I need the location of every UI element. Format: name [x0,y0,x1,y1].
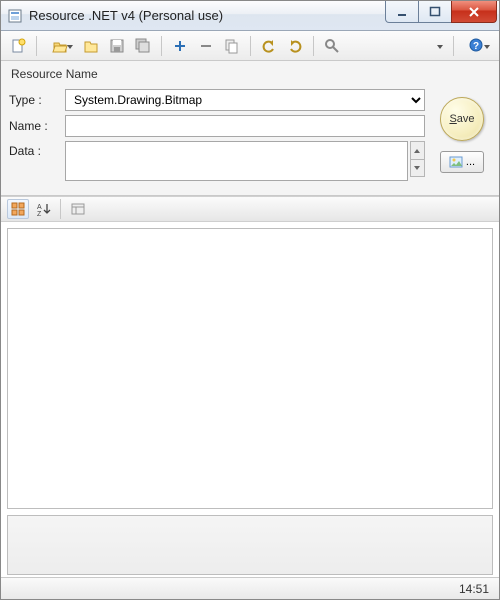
find-icon [324,38,340,54]
toolbar-separator [60,199,61,219]
save-icon [109,38,125,54]
undo-button[interactable] [258,35,280,57]
data-scrollbar[interactable] [410,141,425,181]
alpha-sort-button[interactable]: AZ [32,199,54,219]
data-textarea[interactable] [65,141,408,181]
find-button[interactable] [321,35,343,57]
menu-dropdown-button[interactable] [428,35,446,57]
open-folder-icon [52,38,68,54]
plus-icon [173,39,187,53]
categorized-view-button[interactable] [7,199,29,219]
scroll-down-button[interactable] [410,159,425,177]
name-input[interactable] [65,115,425,137]
save-all-icon [135,38,151,54]
description-panel [7,515,493,575]
svg-text:Z: Z [37,211,42,217]
browse-button[interactable]: ... [440,151,484,173]
property-pages-button[interactable] [67,199,89,219]
window-controls [386,1,497,23]
type-select[interactable]: System.Drawing.Bitmap [65,89,425,111]
minimize-icon [396,6,408,18]
window-title: Resource .NET v4 (Personal use) [29,8,386,23]
property-grid-toolbar: AZ [1,196,499,222]
minimize-button[interactable] [385,1,419,23]
toolbar-separator [453,36,454,56]
browse-label: ... [466,156,475,168]
resource-form: Resource Name Type : System.Drawing.Bitm… [1,61,499,196]
main-toolbar: ? [1,31,499,61]
help-icon: ? [469,38,485,54]
close-button[interactable] [451,1,497,23]
folder-icon [83,38,99,54]
data-label: Data : [9,141,65,158]
form-group-label: Resource Name [11,67,491,81]
maximize-icon [429,6,441,18]
type-row: Type : System.Drawing.Bitmap [9,89,425,111]
name-row: Name : [9,115,425,137]
svg-text:?: ? [473,41,479,52]
new-file-icon [10,38,26,54]
alpha-sort-icon: AZ [35,201,51,217]
title-bar: Resource .NET v4 (Personal use) [1,1,499,31]
toolbar-separator [313,36,314,56]
remove-button[interactable] [195,35,217,57]
data-row: Data : [9,141,425,181]
status-time: 14:51 [459,582,489,596]
property-pages-icon [70,201,86,217]
property-grid[interactable] [7,228,493,509]
svg-text:A: A [37,204,42,211]
copy-button[interactable] [221,35,243,57]
type-label: Type : [9,93,65,107]
minus-icon [199,39,213,53]
scroll-up-button[interactable] [410,141,425,159]
toolbar-separator [250,36,251,56]
categorized-icon [10,201,26,217]
save-round-button[interactable]: Save [440,97,484,141]
save-all-button[interactable] [132,35,154,57]
image-icon [449,156,463,168]
copy-icon [224,38,240,54]
add-button[interactable] [169,35,191,57]
toolbar-separator [161,36,162,56]
open-button[interactable] [44,35,76,57]
app-icon [7,8,23,24]
name-label: Name : [9,119,65,133]
toolbar-separator [36,36,37,56]
help-button[interactable]: ? [461,35,493,57]
maximize-button[interactable] [418,1,452,23]
undo-icon [261,38,277,54]
folder-button[interactable] [80,35,102,57]
save-button[interactable] [106,35,128,57]
new-button[interactable] [7,35,29,57]
redo-button[interactable] [284,35,306,57]
save-round-label: Save [449,113,474,125]
close-icon [467,6,481,18]
redo-icon [287,38,303,54]
status-bar: 14:51 [1,577,499,599]
